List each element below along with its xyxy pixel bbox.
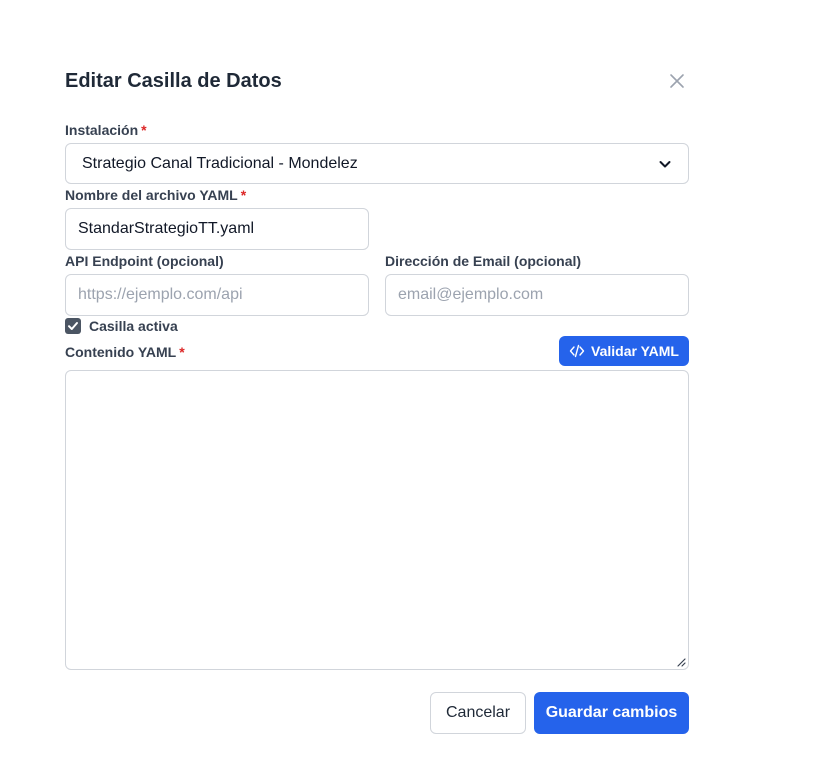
close-icon bbox=[670, 74, 684, 88]
required-mark: * bbox=[179, 344, 185, 360]
close-button[interactable] bbox=[666, 70, 688, 92]
required-mark: * bbox=[141, 122, 147, 138]
installation-label-text: Instalación bbox=[65, 122, 139, 138]
yaml-filename-label: Nombre del archivo YAML * bbox=[65, 187, 246, 203]
active-checkbox[interactable] bbox=[65, 318, 81, 334]
chevron-down-icon bbox=[659, 160, 671, 167]
yaml-content-textarea[interactable] bbox=[65, 370, 689, 670]
email-label: Dirección de Email (opcional) bbox=[385, 253, 582, 269]
yaml-content-label-text: Contenido YAML bbox=[65, 344, 177, 360]
cancel-button[interactable]: Cancelar bbox=[430, 692, 526, 734]
save-changes-button[interactable]: Guardar cambios bbox=[534, 692, 689, 734]
code-icon bbox=[569, 344, 585, 358]
dialog-title: Editar Casilla de Datos bbox=[65, 70, 282, 92]
installation-selected-value: Strategio Canal Tradicional - Mondelez bbox=[82, 154, 358, 172]
edit-data-box-dialog: Editar Casilla de Datos Instalación * Str… bbox=[0, 0, 817, 757]
validate-yaml-label: Validar YAML bbox=[591, 343, 679, 359]
yaml-content-label: Contenido YAML * bbox=[65, 344, 185, 360]
required-mark: * bbox=[240, 187, 247, 203]
active-checkbox-label[interactable]: Casilla activa bbox=[89, 318, 178, 334]
resize-grip-icon[interactable] bbox=[676, 657, 686, 667]
api-endpoint-label: API Endpoint (opcional) bbox=[65, 253, 224, 269]
installation-label: Instalación * bbox=[65, 122, 147, 138]
api-endpoint-input[interactable] bbox=[65, 274, 369, 316]
installation-select[interactable]: Strategio Canal Tradicional - Mondelez bbox=[65, 143, 689, 184]
yaml-filename-label-text: Nombre del archivo YAML bbox=[65, 187, 238, 203]
checkmark-icon bbox=[68, 322, 78, 330]
email-input[interactable] bbox=[385, 274, 689, 316]
validate-yaml-button[interactable]: Validar YAML bbox=[559, 336, 689, 366]
yaml-filename-input[interactable] bbox=[65, 208, 369, 250]
